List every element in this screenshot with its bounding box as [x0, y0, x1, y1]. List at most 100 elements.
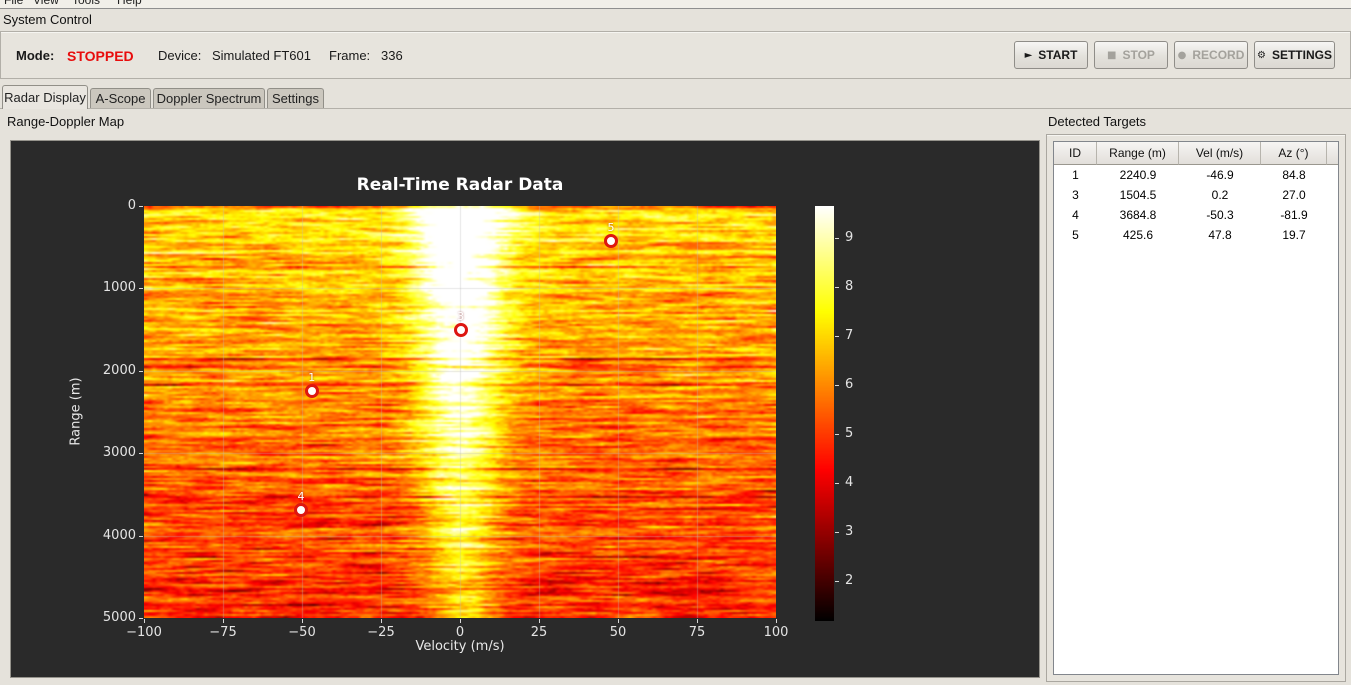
cell-id[interactable]: 4 — [1054, 205, 1097, 225]
tick-mark — [835, 483, 839, 484]
tab-pane-border — [0, 108, 1351, 109]
system-control-title: System Control — [3, 12, 92, 27]
tick-mark — [835, 287, 839, 288]
tick-mark — [835, 336, 839, 337]
range-doppler-map-title: Range-Doppler Map — [7, 114, 125, 129]
menu-item-view[interactable]: View — [33, 0, 59, 7]
x-tick: 100 — [763, 625, 789, 640]
menu-bar: File View Tools Help — [0, 0, 1351, 9]
y-tick: 3000 — [102, 445, 136, 460]
y-tick: 4000 — [102, 528, 136, 543]
colorbar-tick: 6 — [845, 377, 854, 392]
colorbar-tick: 7 — [845, 328, 854, 343]
tick-mark — [835, 385, 839, 386]
target-marker — [453, 322, 468, 337]
tick-mark — [139, 206, 143, 207]
tick-mark — [139, 618, 143, 619]
table-header-row: ID Range (m) Vel (m/s) Az (°) — [1054, 142, 1338, 165]
play-icon: ► — [1024, 49, 1033, 61]
x-tick: 25 — [530, 625, 548, 640]
device-label: Device: — [158, 48, 202, 63]
colorbar-tick: 9 — [845, 230, 854, 245]
menu-item-file[interactable]: File — [4, 0, 23, 7]
cell-id[interactable]: 5 — [1054, 225, 1097, 245]
tick-mark — [835, 581, 839, 582]
frame-label: Frame: — [329, 48, 371, 63]
tick-mark — [776, 619, 777, 623]
cell-range[interactable]: 2240.9 — [1097, 165, 1179, 185]
y-axis-label: Range (m) — [68, 377, 84, 446]
target-marker-label: 4 — [297, 489, 305, 503]
cell-vel[interactable]: -46.9 — [1179, 165, 1261, 185]
table-row[interactable]: 3 1504.5 0.2 27.0 — [1054, 185, 1338, 205]
tick-mark — [144, 619, 145, 623]
frame-value: 336 — [381, 48, 403, 63]
range-doppler-map-panel: Real-Time Radar Data Range (m) Velocity … — [10, 140, 1040, 678]
tick-mark — [223, 619, 224, 623]
cell-id[interactable]: 1 — [1054, 165, 1097, 185]
y-tick: 1000 — [102, 280, 136, 295]
stop-button-label: STOP — [1122, 48, 1155, 62]
tick-mark — [302, 619, 303, 623]
colorbar-tick: 5 — [845, 426, 854, 441]
device-value: Simulated FT601 — [212, 48, 311, 63]
record-button: ● RECORD — [1174, 41, 1248, 69]
tick-mark — [539, 619, 540, 623]
x-axis-label: Velocity (m/s) — [415, 639, 505, 654]
table-row[interactable]: 5 425.6 47.8 19.7 — [1054, 225, 1338, 245]
gear-icon: ⚙ — [1257, 49, 1266, 61]
x-tick: 0 — [455, 625, 465, 640]
detected-targets-table[interactable]: ID Range (m) Vel (m/s) Az (°) 1 2240.9 -… — [1053, 141, 1339, 675]
colorbar-tick: 4 — [845, 475, 854, 490]
tab-a-scope[interactable]: A-Scope — [90, 88, 151, 108]
stop-button: ■ STOP — [1094, 41, 1168, 69]
column-header-filler — [1327, 142, 1338, 165]
column-header-range[interactable]: Range (m) — [1097, 142, 1179, 165]
cell-az[interactable]: 84.8 — [1261, 165, 1327, 185]
colorbar-tick: 8 — [845, 279, 854, 294]
x-tick: 50 — [609, 625, 627, 640]
cell-az[interactable]: -81.9 — [1261, 205, 1327, 225]
detected-targets-group: ID Range (m) Vel (m/s) Az (°) 1 2240.9 -… — [1046, 134, 1346, 682]
tick-mark — [835, 238, 839, 239]
cell-az[interactable]: 27.0 — [1261, 185, 1327, 205]
mode-value: STOPPED — [67, 48, 134, 64]
y-tick: 0 — [127, 198, 136, 213]
tick-mark — [835, 532, 839, 533]
x-tick: 75 — [688, 625, 706, 640]
tick-mark — [835, 434, 839, 435]
start-button[interactable]: ► START — [1014, 41, 1088, 69]
column-header-id[interactable]: ID — [1054, 142, 1097, 165]
cell-range[interactable]: 425.6 — [1097, 225, 1179, 245]
tick-mark — [139, 536, 143, 537]
cell-range[interactable]: 3684.8 — [1097, 205, 1179, 225]
column-header-az[interactable]: Az (°) — [1261, 142, 1327, 165]
cell-vel[interactable]: 0.2 — [1179, 185, 1261, 205]
cell-vel[interactable]: -50.3 — [1179, 205, 1261, 225]
cell-id[interactable]: 3 — [1054, 185, 1097, 205]
target-marker — [304, 383, 319, 398]
cell-az[interactable]: 19.7 — [1261, 225, 1327, 245]
settings-button[interactable]: ⚙ SETTINGS — [1254, 41, 1335, 69]
table-row[interactable]: 4 3684.8 -50.3 -81.9 — [1054, 205, 1338, 225]
tick-mark — [381, 619, 382, 623]
tab-settings[interactable]: Settings — [267, 88, 324, 108]
tab-doppler-spectrum[interactable]: Doppler Spectrum — [153, 88, 265, 108]
table-row[interactable]: 1 2240.9 -46.9 84.8 — [1054, 165, 1338, 185]
x-tick: −50 — [288, 625, 316, 640]
tick-mark — [618, 619, 619, 623]
cell-vel[interactable]: 47.8 — [1179, 225, 1261, 245]
record-icon: ● — [1177, 49, 1187, 61]
tab-radar-display[interactable]: Radar Display — [2, 85, 88, 109]
target-marker — [294, 502, 309, 517]
colorbar-tick: 3 — [845, 524, 854, 539]
menu-item-help[interactable]: Help — [117, 0, 142, 7]
tick-mark — [139, 288, 143, 289]
tick-mark — [697, 619, 698, 623]
column-header-vel[interactable]: Vel (m/s) — [1179, 142, 1261, 165]
settings-button-label: SETTINGS — [1271, 48, 1332, 62]
target-marker — [604, 234, 619, 249]
cell-range[interactable]: 1504.5 — [1097, 185, 1179, 205]
mode-label: Mode: — [16, 48, 55, 63]
menu-item-tools[interactable]: Tools — [72, 0, 100, 7]
